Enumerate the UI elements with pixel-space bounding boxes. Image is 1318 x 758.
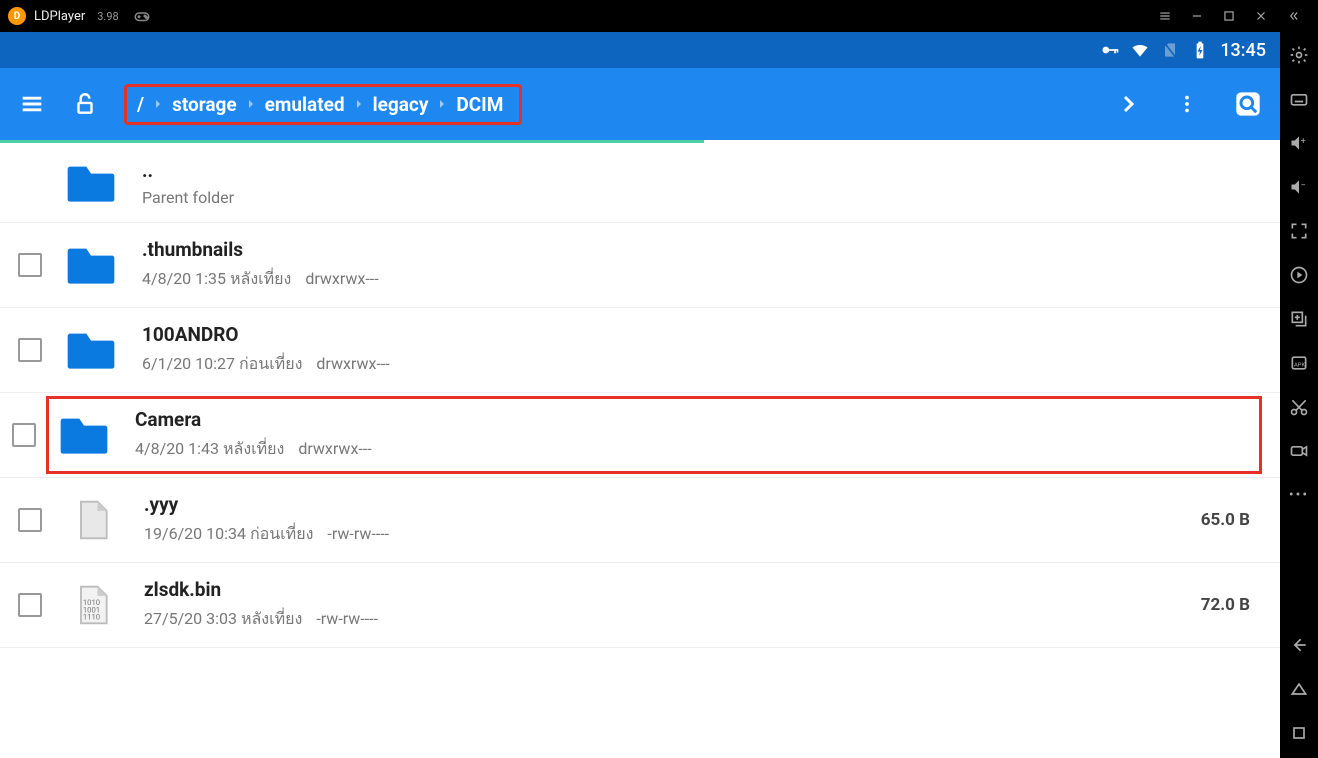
- menu-lines-icon[interactable]: [1158, 9, 1172, 23]
- file-size: 65.0 B: [1201, 510, 1250, 530]
- scissors-icon[interactable]: [1288, 396, 1310, 418]
- chevron-right-icon: [243, 96, 259, 112]
- file-name: 100ANDRO: [142, 323, 1262, 346]
- svg-text:APK: APK: [1294, 362, 1305, 368]
- status-clock: 13:45: [1220, 40, 1266, 61]
- file-name: zlsdk.bin: [144, 578, 1201, 601]
- file-icon: [70, 492, 114, 548]
- volume-up-icon[interactable]: +: [1288, 132, 1310, 154]
- volume-down-icon[interactable]: −: [1288, 176, 1310, 198]
- fullscreen-icon[interactable]: [1288, 220, 1310, 242]
- file-details: 19/6/20 10:34 ก่อนเที่ยง-rw-rw----: [144, 522, 1201, 547]
- row-checkbox[interactable]: [18, 593, 42, 617]
- keyboard-icon[interactable]: [1288, 88, 1310, 110]
- breadcrumb-path[interactable]: / storage emulated legacy DCIM: [124, 84, 522, 125]
- file-details: 4/8/20 1:35 หลังเที่ยงdrwxrwx---: [142, 267, 1262, 292]
- file-name: .yyy: [144, 493, 1201, 516]
- file-row[interactable]: Camera 4/8/20 1:43 หลังเที่ยงdrwxrwx---: [0, 393, 1280, 478]
- multi-instance-icon[interactable]: [1288, 308, 1310, 330]
- file-row[interactable]: 100ANDRO 6/1/20 10:27 ก่อนเที่ยงdrwxrwx--…: [0, 308, 1280, 393]
- app-version: 3.98: [97, 10, 118, 23]
- overflow-menu-icon[interactable]: [1176, 93, 1198, 115]
- minimize-button[interactable]: [1190, 9, 1204, 23]
- file-name: ..: [142, 159, 1262, 182]
- drawer-menu-icon[interactable]: [18, 90, 46, 118]
- row-checkbox[interactable]: [18, 508, 42, 532]
- file-row[interactable]: .yyy 19/6/20 10:34 ก่อนเที่ยง-rw-rw----65…: [0, 478, 1280, 563]
- gamepad-icon: [133, 7, 151, 25]
- battery-charging-icon: [1190, 40, 1210, 60]
- settings-icon[interactable]: [1288, 44, 1310, 66]
- folder-icon: [56, 237, 126, 293]
- breadcrumb-dcim[interactable]: DCIM: [456, 93, 503, 116]
- folder-icon: [56, 322, 126, 378]
- file-details: 27/5/20 3:03 หลังเที่ยง-rw-rw----: [144, 607, 1201, 632]
- file-row[interactable]: .. Parent folder: [0, 143, 1280, 223]
- file-manager-toolbar: / storage emulated legacy DCIM: [0, 68, 1280, 140]
- emulator-titlebar: D LDPlayer 3.98: [0, 0, 1318, 32]
- svg-text:−: −: [1301, 181, 1306, 191]
- file-name: .thumbnails: [142, 238, 1262, 261]
- ldplayer-logo: D: [8, 7, 26, 25]
- forward-icon[interactable]: [1116, 92, 1140, 116]
- file-size: 72.0 B: [1201, 595, 1250, 615]
- sim-off-icon: [1160, 40, 1180, 60]
- emulator-right-toolbar: + − APK •••: [1280, 32, 1318, 758]
- row-checkbox[interactable]: [18, 253, 42, 277]
- file-details: Parent folder: [142, 188, 1262, 207]
- maximize-button[interactable]: [1222, 9, 1236, 23]
- android-home-icon[interactable]: [1288, 678, 1310, 700]
- file-row[interactable]: .thumbnails 4/8/20 1:35 หลังเที่ยงdrwxrwx…: [0, 223, 1280, 308]
- vpn-key-icon: [1100, 40, 1120, 60]
- file-details: 4/8/20 1:43 หลังเที่ยงdrwxrwx---: [135, 437, 1251, 462]
- more-icon[interactable]: •••: [1288, 484, 1310, 506]
- chevron-right-icon: [351, 96, 367, 112]
- breadcrumb-legacy[interactable]: legacy: [373, 93, 429, 116]
- file-details: 6/1/20 10:27 ก่อนเที่ยงdrwxrwx---: [142, 352, 1262, 377]
- android-recent-icon[interactable]: [1288, 722, 1310, 744]
- file-name: Camera: [135, 408, 1251, 431]
- file-list: .. Parent folder .thumbnails 4/8/20 1:35 หล…: [0, 143, 1280, 758]
- binary-file-icon: [70, 577, 114, 633]
- row-checkbox[interactable]: [12, 423, 36, 447]
- apk-install-icon[interactable]: APK: [1288, 352, 1310, 374]
- breadcrumb-storage[interactable]: storage: [172, 93, 237, 116]
- lock-open-icon[interactable]: [72, 91, 98, 117]
- android-status-bar: 13:45: [0, 32, 1280, 68]
- sync-icon[interactable]: [1288, 264, 1310, 286]
- row-checkbox[interactable]: [18, 338, 42, 362]
- chevron-right-icon: [434, 96, 450, 112]
- breadcrumb-root[interactable]: /: [137, 93, 144, 116]
- row-checkbox: [18, 171, 42, 195]
- collapse-sidebar-icon[interactable]: [1286, 9, 1300, 23]
- folder-icon: [49, 407, 119, 463]
- app-name: LDPlayer: [34, 9, 85, 24]
- record-icon[interactable]: [1288, 440, 1310, 462]
- breadcrumb-emulated[interactable]: emulated: [265, 93, 345, 116]
- file-row[interactable]: zlsdk.bin 27/5/20 3:03 หลังเที่ยง-rw-rw--…: [0, 563, 1280, 648]
- chevron-right-icon: [150, 96, 166, 112]
- folder-icon: [56, 155, 126, 211]
- search-icon[interactable]: [1234, 90, 1262, 118]
- wifi-icon: [1130, 40, 1150, 60]
- close-button[interactable]: [1254, 9, 1268, 23]
- android-back-icon[interactable]: [1288, 634, 1310, 656]
- svg-text:+: +: [1301, 137, 1306, 147]
